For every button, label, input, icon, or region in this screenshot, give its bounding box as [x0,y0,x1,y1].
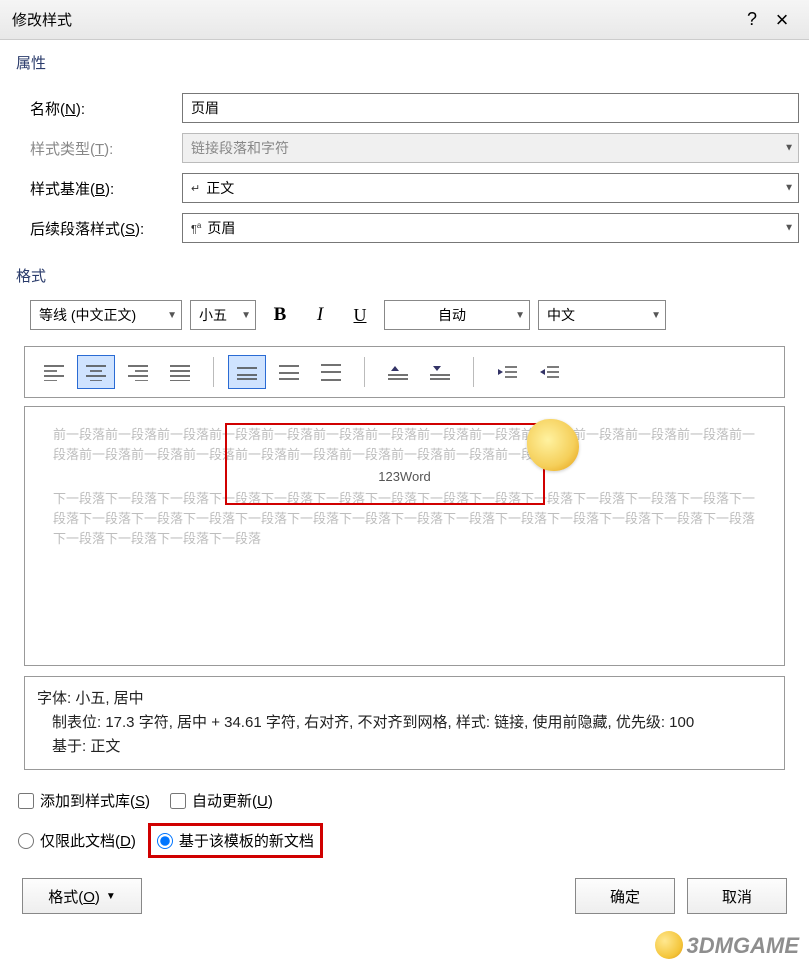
paragraph-toolbar [24,346,785,398]
annotation-highlight [225,423,545,505]
window-title: 修改样式 [12,9,72,30]
space-before-inc-button[interactable] [379,355,417,389]
font-combo[interactable]: 等线 (中文正文) ▼ [30,300,182,330]
underline-button[interactable]: U [344,300,376,330]
this-document-radio[interactable]: 仅限此文档(D) [18,830,136,851]
align-right-button[interactable] [119,355,157,389]
pilcrow-icon: ¶a [191,221,201,236]
follow-combo[interactable]: ¶a 页眉 ▼ [182,213,799,243]
language-combo[interactable]: 中文 ▼ [538,300,666,330]
chevron-down-icon: ▼ [784,143,794,154]
italic-button[interactable]: I [304,300,336,330]
indent-decrease-button[interactable] [488,355,526,389]
help-icon[interactable]: ? [737,9,767,30]
name-input[interactable]: 页眉 [182,93,799,123]
template-radio[interactable]: 基于该模板的新文档 [157,830,314,851]
spacing-1-button[interactable] [228,355,266,389]
titlebar: 修改样式 ? × [0,0,809,40]
fontsize-combo[interactable]: 小五 ▼ [190,300,256,330]
format-toolbar: 等线 (中文正文) ▼ 小五 ▼ B I U 自动 ▼ 中文 ▼ [0,292,809,338]
spacing-1-5-button[interactable] [270,355,308,389]
chevron-down-icon[interactable]: ▼ [515,310,525,321]
ok-button[interactable]: 确定 [575,878,675,914]
name-label: 名称(N): [30,98,182,119]
chevron-down-icon[interactable]: ▼ [167,310,177,321]
basedon-label: 样式基准(B): [30,178,182,199]
divider [473,357,474,387]
auto-update-checkbox[interactable]: 自动更新(U) [170,790,273,811]
chevron-down-icon[interactable]: ▼ [651,310,661,321]
space-before-dec-button[interactable] [421,355,459,389]
fontcolor-combo[interactable]: 自动 ▼ [384,300,530,330]
follow-label: 后续段落样式(S): [30,218,182,239]
cancel-button[interactable]: 取消 [687,878,787,914]
section-format: 格式 [0,253,809,292]
section-properties: 属性 [0,40,809,79]
divider [364,357,365,387]
spacing-2-button[interactable] [312,355,350,389]
add-to-gallery-checkbox[interactable]: 添加到样式库(S) [18,790,150,811]
indent-increase-button[interactable] [530,355,568,389]
watermark: 3DMGAME [655,931,799,959]
align-justify-button[interactable] [161,355,199,389]
align-left-button[interactable] [35,355,73,389]
chevron-down-icon[interactable]: ▼ [784,183,794,194]
divider [213,357,214,387]
close-icon[interactable]: × [767,7,797,33]
basedon-combo[interactable]: ↵ 正文 ▼ [182,173,799,203]
chevron-down-icon: ▼ [106,891,116,902]
format-menu-button[interactable]: 格式(O)▼ [22,878,142,914]
preview-pane: 前一段落前一段落前一段落前一段落前一段落前一段落前一段落前一段落前一段落前一段落… [24,406,785,666]
style-description: 字体: 小五, 居中 制表位: 17.3 字符, 居中 + 34.61 字符, … [24,676,785,770]
styletype-combo: 链接段落和字符 ▼ [182,133,799,163]
pilcrow-icon: ↵ [191,182,200,195]
styletype-label: 样式类型(T): [30,138,182,159]
bold-button[interactable]: B [264,300,296,330]
chevron-down-icon[interactable]: ▼ [241,310,251,321]
chevron-down-icon[interactable]: ▼ [784,223,794,234]
annotation-highlight: 基于该模板的新文档 [148,823,323,858]
align-center-button[interactable] [77,355,115,389]
